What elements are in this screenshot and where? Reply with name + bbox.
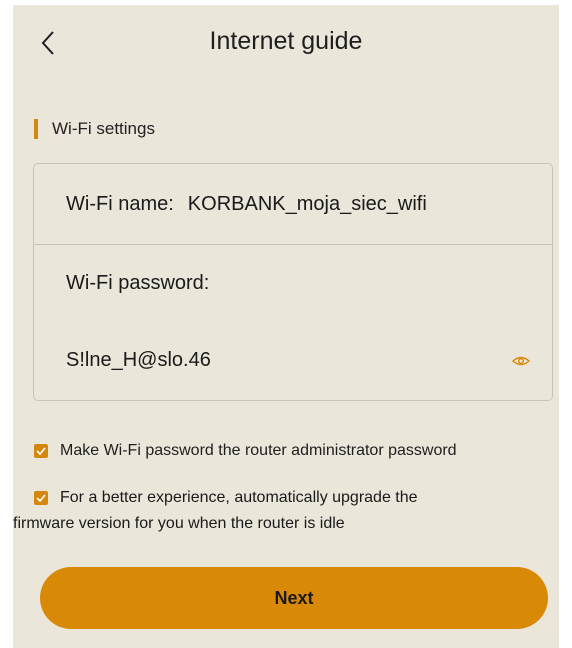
section-accent-bar — [34, 119, 38, 139]
auto-upgrade-label-line2: firmware version for you when the router… — [13, 515, 345, 532]
wifi-name-label: Wi-Fi name: — [66, 192, 174, 215]
admin-password-option: Make Wi-Fi password the router administr… — [34, 440, 457, 462]
admin-password-checkbox[interactable] — [34, 444, 48, 458]
wifi-name-row[interactable]: Wi-Fi name: KORBANK_moja_siec_wifi — [34, 164, 552, 245]
wifi-password-label: Wi-Fi password: — [66, 272, 210, 294]
wifi-name-value[interactable]: KORBANK_moja_siec_wifi — [188, 193, 427, 216]
section-header: Wi-Fi settings — [34, 118, 155, 140]
auto-upgrade-checkbox[interactable] — [34, 491, 48, 505]
wifi-password-field[interactable]: S!lne_H@slo.46 — [66, 349, 211, 372]
check-icon — [36, 494, 46, 502]
wifi-settings-card: Wi-Fi name: KORBANK_moja_siec_wifi Wi-Fi… — [33, 163, 553, 401]
show-password-toggle[interactable] — [511, 354, 531, 368]
section-title: Wi-Fi settings — [52, 119, 155, 138]
next-button[interactable]: Next — [40, 567, 548, 629]
admin-password-label: Make Wi-Fi password the router administr… — [60, 442, 457, 459]
auto-upgrade-option: For a better experience, automatically u… — [34, 487, 418, 509]
check-icon — [36, 447, 46, 455]
page-title: Internet guide — [209, 27, 363, 55]
screen: Internet guide Wi-Fi settings Wi-Fi name… — [13, 5, 559, 648]
auto-upgrade-label-line1: For a better experience, automatically u… — [60, 489, 418, 506]
eye-icon — [511, 356, 531, 366]
